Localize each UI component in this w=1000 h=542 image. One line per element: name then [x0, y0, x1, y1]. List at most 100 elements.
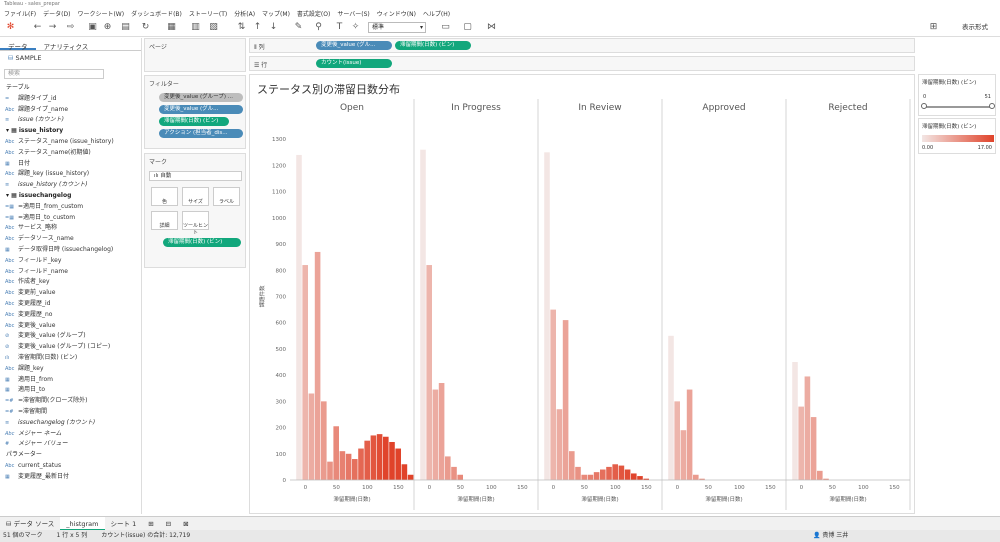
field-item[interactable]: ılı 滞留期間(日数) (ビン): [0, 353, 141, 364]
sort-asc-icon[interactable]: ↑: [252, 22, 263, 33]
field-item[interactable]: Abc 課題タイプ_name: [0, 105, 141, 116]
menu-item-3[interactable]: ダッシュボード(B): [131, 9, 182, 18]
swap-icon[interactable]: ⇅: [236, 22, 247, 33]
field-item[interactable]: ▦ 変更履歴_最新日付: [0, 472, 141, 483]
table-group[interactable]: ▾ ▦ issue_history: [0, 126, 141, 137]
presentation-icon[interactable]: ▢: [462, 22, 473, 33]
tab-data[interactable]: データ: [0, 38, 36, 51]
field-item[interactable]: Abc 変更履歴_no: [0, 310, 141, 321]
tab-histgram[interactable]: _histgram: [60, 516, 105, 531]
tooltip-button[interactable]: ツールヒント: [182, 211, 209, 236]
label-button[interactable]: ラベル: [213, 187, 240, 206]
field-item[interactable]: = 課題タイプ_id: [0, 94, 141, 105]
user-name[interactable]: 👤 貴博 三井: [813, 530, 848, 542]
menu-item-9[interactable]: ウィンドウ(N): [377, 9, 416, 18]
field-item[interactable]: Abc current_status: [0, 461, 141, 472]
field-item[interactable]: Abc 課題_key (issue_history): [0, 169, 141, 180]
mark-type-select[interactable]: ılı 自動: [149, 171, 242, 181]
field-item[interactable]: ⊘ 変更後_value (グループ) (コピー): [0, 342, 141, 353]
field-item[interactable]: Abc 作成者_key: [0, 277, 141, 288]
field-item[interactable]: ≡ issue (カウント): [0, 115, 141, 126]
field-item[interactable]: # メジャー バリュー: [0, 439, 141, 450]
menu-item-7[interactable]: 書式設定(O): [297, 9, 330, 18]
color-button[interactable]: 色: [151, 187, 178, 206]
histogram-chart[interactable]: 0100200300400500600700800900100011001200…: [250, 75, 916, 515]
section-header[interactable]: パラメーター: [0, 450, 141, 461]
duplicate-icon[interactable]: ▥: [190, 22, 201, 33]
menu-item-2[interactable]: ワークシート(W): [77, 9, 124, 18]
pages-card[interactable]: ページ: [144, 38, 246, 72]
replay-icon[interactable]: ⇨: [65, 22, 76, 33]
menu-item-4[interactable]: ストーリー(T): [189, 9, 227, 18]
menu-item-5[interactable]: 分析(A): [234, 9, 255, 18]
field-item[interactable]: Abc データソース_name: [0, 234, 141, 245]
sort-desc-icon[interactable]: ↓: [268, 22, 279, 33]
new-worksheet-icon[interactable]: ⊞: [142, 517, 159, 531]
field-item[interactable]: ▦ データ取得日時 (issuechangelog): [0, 245, 141, 256]
pin-icon[interactable]: ✧: [350, 22, 361, 33]
field-item[interactable]: =# =滞留期間(クローズ除外): [0, 396, 141, 407]
size-button[interactable]: サイズ: [182, 187, 209, 206]
field-item[interactable]: Abc フィールド_name: [0, 267, 141, 278]
range-slider-track[interactable]: [923, 106, 993, 108]
field-item[interactable]: =# =滞留期間: [0, 407, 141, 418]
filters-card[interactable]: フィルター 変更後_value (グループ) ... 変更後_value (グル.…: [144, 75, 246, 149]
field-item[interactable]: =▦ =適用日_to_custom: [0, 213, 141, 224]
new-datasource-icon[interactable]: ⊕: [102, 22, 113, 33]
field-item[interactable]: ▦ 適用日_from: [0, 375, 141, 386]
pill[interactable]: 変更後_value (グループ) ...: [159, 93, 243, 102]
field-item[interactable]: ▦ 日付: [0, 159, 141, 170]
pill[interactable]: カウント(issue): [316, 59, 392, 68]
show-me-button[interactable]: 表示形式: [962, 22, 988, 33]
field-item[interactable]: ▦ 適用日_to: [0, 385, 141, 396]
new-dashboard-icon[interactable]: ⊟: [160, 517, 177, 531]
clear-icon[interactable]: ▧: [208, 22, 219, 33]
section-header[interactable]: テーブル: [0, 83, 141, 94]
tableau-logo-icon[interactable]: ✻: [5, 22, 16, 33]
field-item[interactable]: Abc 変更後_value: [0, 321, 141, 332]
show-cards-icon[interactable]: ▭: [440, 22, 451, 33]
pill[interactable]: 変更後_value (グル...: [159, 105, 243, 114]
menu-item-10[interactable]: ヘルプ(H): [423, 9, 450, 18]
highlight-icon[interactable]: ✎: [293, 22, 304, 33]
search-input[interactable]: 検索: [4, 69, 104, 79]
field-item[interactable]: ≡ issuechangelog (カウント): [0, 418, 141, 429]
show-me-icon[interactable]: ⊞: [928, 22, 939, 33]
tab-analytics[interactable]: アナリティクス: [36, 38, 97, 51]
undo-icon[interactable]: ←: [32, 22, 43, 33]
menu-item-0[interactable]: ファイル(F): [4, 9, 36, 18]
share-icon[interactable]: ⋈: [486, 22, 497, 33]
field-item[interactable]: Abc 変更履歴_id: [0, 299, 141, 310]
menu-item-6[interactable]: マップ(M): [262, 9, 290, 18]
group-icon[interactable]: ⚲: [313, 22, 324, 33]
field-item[interactable]: Abc ステータス_name (issue_history): [0, 137, 141, 148]
pause-icon[interactable]: ▤: [120, 22, 131, 33]
field-item[interactable]: Abc 課題_key: [0, 364, 141, 375]
table-group[interactable]: ▾ ▦ issuechangelog: [0, 191, 141, 202]
field-item[interactable]: Abc 変更前_value: [0, 288, 141, 299]
field-item[interactable]: Abc サービス_略称: [0, 223, 141, 234]
tab-sheet1[interactable]: シート 1: [105, 517, 143, 531]
marks-color-pill[interactable]: 滞留期間(日数) (ビン): [163, 238, 241, 247]
redo-icon[interactable]: →: [47, 22, 58, 33]
field-item[interactable]: ≡ issue_history (カウント): [0, 180, 141, 191]
new-story-icon[interactable]: ⊠: [177, 517, 194, 531]
range-slider-max-handle[interactable]: [989, 103, 995, 109]
detail-button[interactable]: 詳細: [151, 211, 178, 230]
refresh-icon[interactable]: ↻: [140, 22, 151, 33]
pill[interactable]: 変更後_value (グル...: [316, 41, 392, 50]
view-size-select[interactable]: 標準: [368, 22, 426, 33]
rows-shelf[interactable]: ☰ 行 カウント(issue): [249, 56, 915, 71]
field-item[interactable]: =▦ =適用日_from_custom: [0, 202, 141, 213]
menu-item-8[interactable]: サーバー(S): [337, 9, 369, 18]
tab-datasource[interactable]: ⛁ データ ソース: [0, 517, 60, 531]
datasource-item[interactable]: ⛁ SAMPLE: [0, 51, 141, 65]
save-icon[interactable]: ▣: [87, 22, 98, 33]
pill[interactable]: 滞留期間(日数) (ビン): [159, 117, 229, 126]
new-sheet-icon[interactable]: ▦: [166, 22, 177, 33]
field-item[interactable]: Abc メジャー ネーム: [0, 429, 141, 440]
field-item[interactable]: Abc ステータス_name(初期値): [0, 148, 141, 159]
columns-shelf[interactable]: ⦀ 列 変更後_value (グル... 滞留期間(日数) (ビン): [249, 38, 915, 53]
field-item[interactable]: Abc フィールド_key: [0, 256, 141, 267]
range-slider-min-handle[interactable]: [921, 103, 927, 109]
